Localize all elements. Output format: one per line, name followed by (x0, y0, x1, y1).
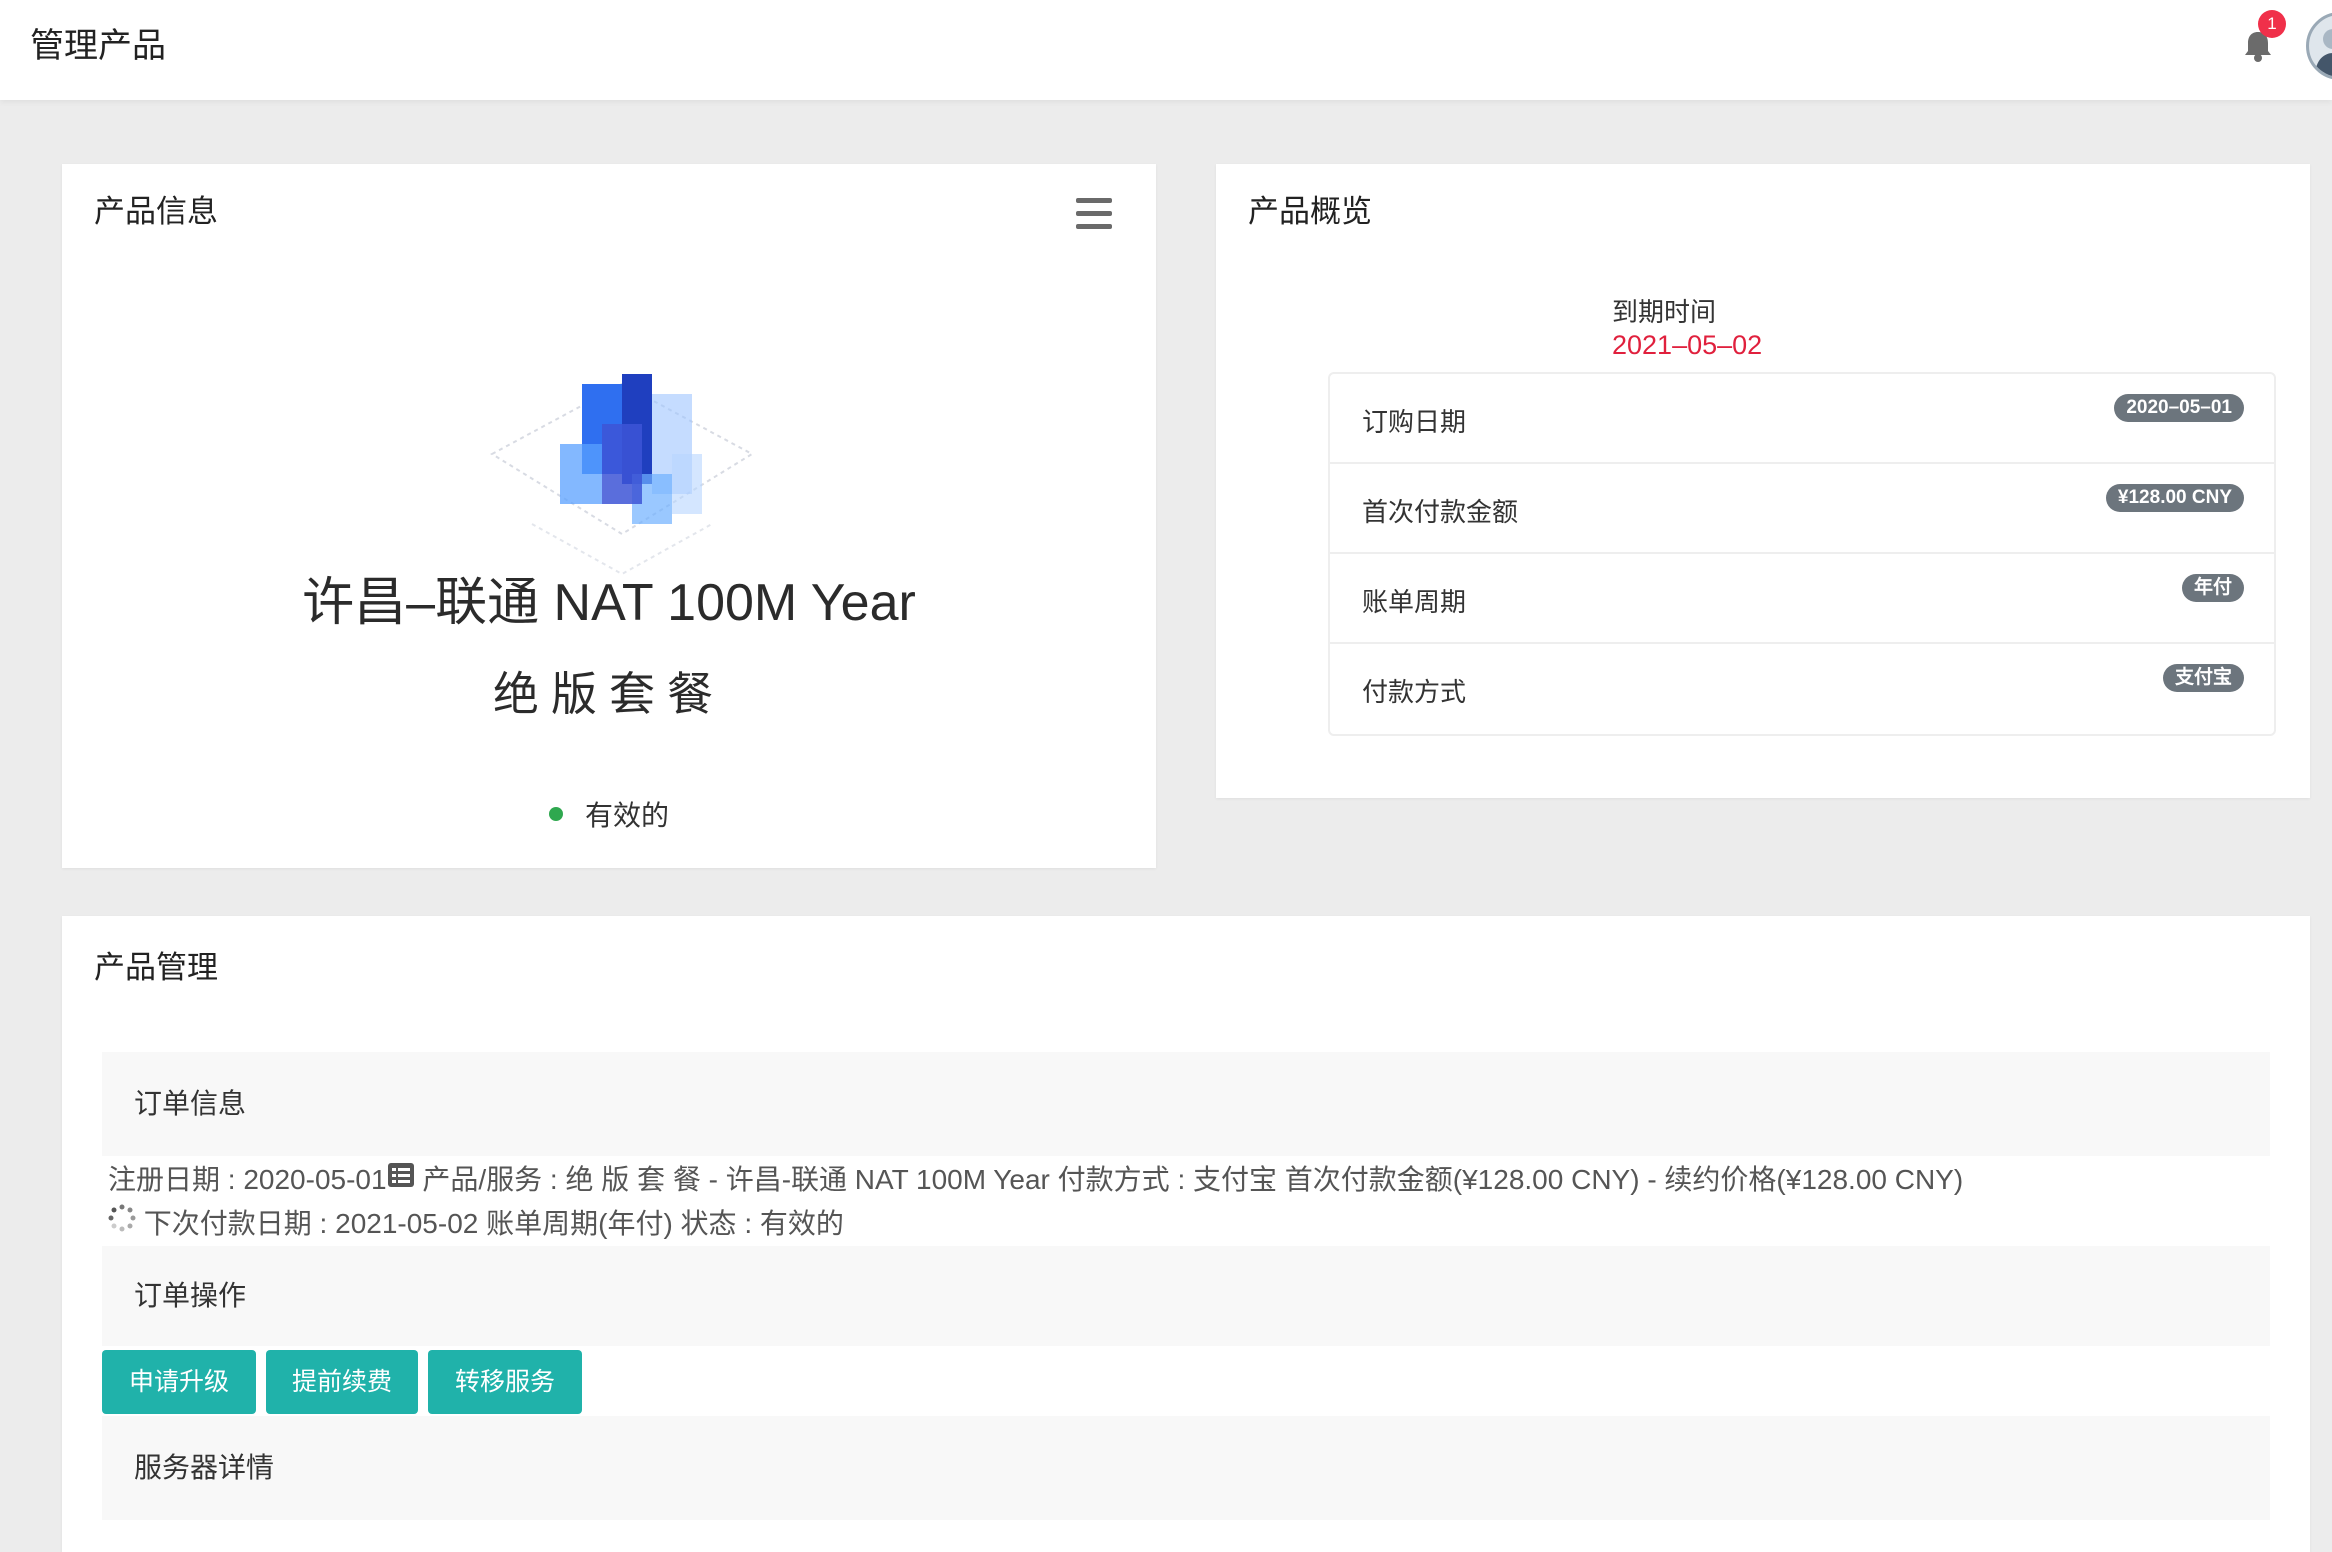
overview-list: 订购日期 2020–05–01 首次付款金额 ¥128.00 CNY 账单周期 … (1328, 372, 2276, 736)
list-item: 首次付款金额 ¥128.00 CNY (1330, 464, 2274, 554)
top-header: 管理产品 1 (0, 0, 2332, 100)
user-avatar[interactable] (2306, 12, 2332, 80)
list-item-badge: 2020–05–01 (2114, 394, 2244, 422)
order-ops-title: 订单操作 (134, 1279, 247, 1312)
order-detail-text: 产品/服务 : 绝 版 套 餐 - 许昌-联通 NAT 100M Year 付款… (414, 1164, 1964, 1195)
order-detail-line-1: 注册日期 : 2020-05-01 产品/服务 : 绝 版 套 餐 - 许昌-联… (108, 1160, 1963, 1202)
product-subtitle: 绝版套餐 (493, 667, 725, 721)
notification-badge[interactable]: 1 (2258, 10, 2286, 38)
list-item-label: 订购日期 (1362, 408, 1467, 438)
server-details-section: 服务器详情 (102, 1416, 2270, 1520)
product-status: 有效的 (62, 794, 1156, 834)
product-overview-card: 产品概览 到期时间 2021–05–02 订购日期 2020–05–01 首次付… (1216, 164, 2310, 798)
order-info-title: 订单信息 (134, 1087, 247, 1120)
list-item-label: 账单周期 (1362, 588, 1467, 618)
expire-date: 2021–05–02 (1612, 330, 1763, 360)
list-item-badge: ¥128.00 CNY (2105, 484, 2244, 512)
status-text: 有效的 (584, 799, 669, 832)
upgrade-button[interactable]: 申请升级 (102, 1350, 256, 1414)
product-management-title: 产品管理 (94, 950, 218, 986)
product-info-title: 产品信息 (94, 194, 218, 230)
product-overview-title: 产品概览 (1248, 194, 1372, 230)
list-item-label: 付款方式 (1362, 678, 1467, 708)
product-info-card: 产品信息 许昌–联通 NAT 100M Year 绝版套餐 有效的 (62, 164, 1156, 868)
next-payment-text: 下次付款日期 : 2021-05-02 账单周期(年付) 状态 : 有效的 (136, 1208, 844, 1239)
renew-early-button[interactable]: 提前续费 (266, 1350, 418, 1414)
list-item: 付款方式 支付宝 (1330, 644, 2274, 734)
list-item-label: 首次付款金额 (1362, 498, 1519, 528)
order-info-section: 订单信息 (102, 1052, 2270, 1156)
hamburger-menu-icon[interactable] (1076, 198, 1112, 230)
list-item: 订购日期 2020–05–01 (1330, 374, 2274, 464)
status-dot-icon (548, 807, 563, 821)
list-item-badge: 年付 (2181, 574, 2244, 602)
list-item-badge: 支付宝 (2162, 664, 2244, 692)
page-title: 管理产品 (30, 26, 166, 66)
server-details-title: 服务器详情 (134, 1451, 275, 1484)
order-detail-line-2: 下次付款日期 : 2021-05-02 账单周期(年付) 状态 : 有效的 (108, 1204, 844, 1246)
list-item: 账单周期 年付 (1330, 554, 2274, 644)
spinner-icon (108, 1203, 136, 1243)
product-name: 许昌–联通 NAT 100M Year (302, 574, 916, 632)
list-icon (387, 1159, 415, 1199)
expire-label: 到期时间 (1612, 298, 1717, 328)
register-date-text: 注册日期 : 2020-05-01 (108, 1164, 387, 1195)
transfer-service-button[interactable]: 转移服务 (428, 1350, 582, 1414)
product-management-card: 产品管理 订单信息 注册日期 : 2020-05-01 产品/服务 : 绝 版 … (62, 916, 2310, 1552)
order-ops-section: 订单操作 (102, 1246, 2270, 1346)
